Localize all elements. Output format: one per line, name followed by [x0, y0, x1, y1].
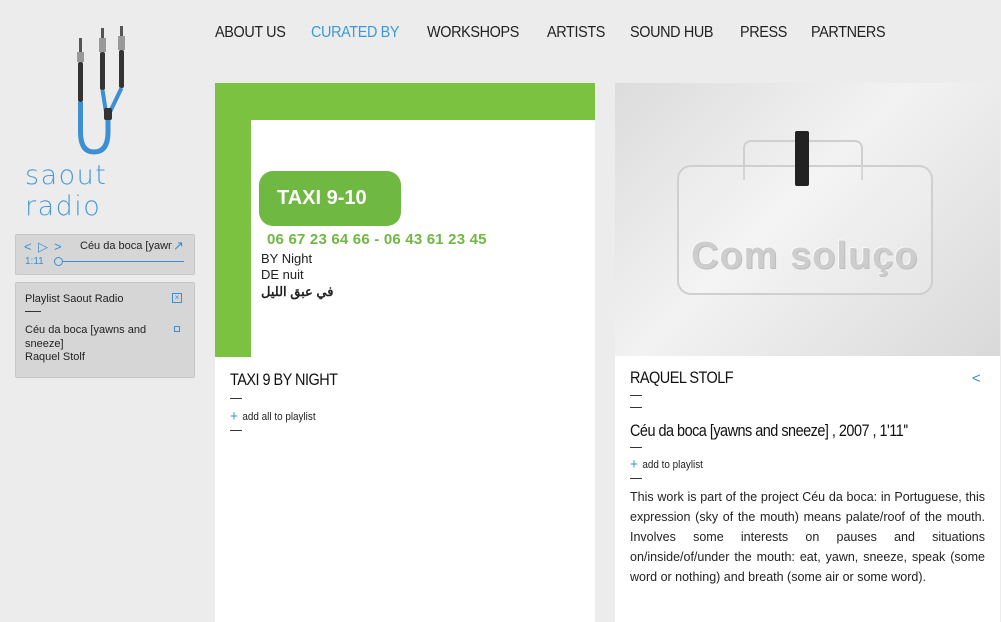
- artist-image[interactable]: Com soluço: [615, 83, 1000, 356]
- previous-icon[interactable]: <: [24, 239, 32, 254]
- clip: [795, 131, 809, 186]
- elapsed-time: 1:11: [25, 256, 44, 267]
- nav-workshops[interactable]: WORKSHOPS: [427, 24, 519, 42]
- add-all-label: add all to playlist: [242, 411, 316, 423]
- nav-press[interactable]: PRESS: [740, 24, 787, 42]
- close-icon[interactable]: ×: [172, 293, 182, 303]
- card-title[interactable]: TAXI 9 BY NIGHT: [230, 370, 338, 390]
- add-all-to-playlist-button[interactable]: + add all to playlist: [230, 408, 316, 425]
- add-label: add to playlist: [642, 459, 703, 471]
- work-title: Céu da boca [yawns and sneeze] , 2007 , …: [630, 421, 908, 440]
- artist-name[interactable]: RAQUEL STOLF: [630, 368, 734, 388]
- divider: [630, 447, 642, 448]
- nav-artists[interactable]: ARTISTS: [547, 24, 605, 42]
- site-logo[interactable]: saout radio: [20, 20, 190, 222]
- playlist-panel: Playlist Saout Radio × Céu da boca [yawn…: [15, 282, 195, 378]
- playlist-item-title[interactable]: Céu da boca [yawns and sneeze]: [25, 323, 160, 351]
- back-icon[interactable]: <: [972, 370, 981, 387]
- remove-item-icon[interactable]: [174, 326, 180, 332]
- taxi-image[interactable]: TAXI 9-10 06 67 23 64 66 - 06 43 61 23 4…: [215, 83, 595, 357]
- work-description: This work is part of the project Céu da …: [630, 490, 985, 584]
- main-nav: ABOUT US CURATED BY WORKSHOPS ARTISTS SO…: [215, 24, 911, 42]
- plus-icon: +: [230, 408, 238, 425]
- plus-icon: +: [630, 456, 638, 473]
- card-taxi: TAXI 9-10 06 67 23 64 66 - 06 43 61 23 4…: [215, 83, 595, 622]
- taxi-badge: TAXI 9-10: [259, 171, 401, 226]
- logo-text: saout radio: [25, 160, 108, 222]
- nav-curated-by[interactable]: CURATED BY: [311, 24, 400, 42]
- taxi-line-2: DE nuit: [261, 267, 304, 282]
- divider: [25, 311, 41, 312]
- divider: [630, 478, 642, 479]
- divider: [230, 430, 242, 431]
- divider: [630, 395, 642, 396]
- progress-handle[interactable]: [54, 257, 63, 266]
- next-icon[interactable]: >: [54, 239, 62, 254]
- add-to-playlist-button[interactable]: + add to playlist: [630, 456, 703, 473]
- playlist-item-artist: Raquel Stolf: [25, 351, 85, 363]
- nav-about-us[interactable]: ABOUT US: [215, 24, 286, 42]
- play-icon[interactable]: ▷: [38, 239, 48, 255]
- progress-track[interactable]: [58, 261, 184, 262]
- divider: [630, 407, 642, 408]
- audio-cable-icon: [77, 26, 125, 155]
- nav-sound-hub[interactable]: SOUND HUB: [630, 24, 714, 42]
- expand-icon[interactable]: ↗: [173, 238, 184, 254]
- card-artist: Com soluço RAQUEL STOLF < Céu da boca [y…: [615, 83, 1000, 622]
- playlist-title: Playlist Saout Radio: [25, 293, 124, 305]
- nav-partners[interactable]: PARTNERS: [811, 24, 886, 42]
- audio-player: < ▷ > Céu da boca [yawns and sneeze] ↗ 1…: [15, 234, 195, 275]
- taxi-line-1: BY Night: [261, 251, 313, 266]
- now-playing-title: Céu da boca [yawns and sneeze]: [80, 240, 172, 252]
- taxi-phone: 06 67 23 64 66 - 06 43 61 23 45: [267, 231, 487, 248]
- taxi-line-3: في عبق الليل: [261, 284, 334, 299]
- divider: [230, 398, 242, 399]
- plaque-text: Com soluço: [691, 235, 919, 277]
